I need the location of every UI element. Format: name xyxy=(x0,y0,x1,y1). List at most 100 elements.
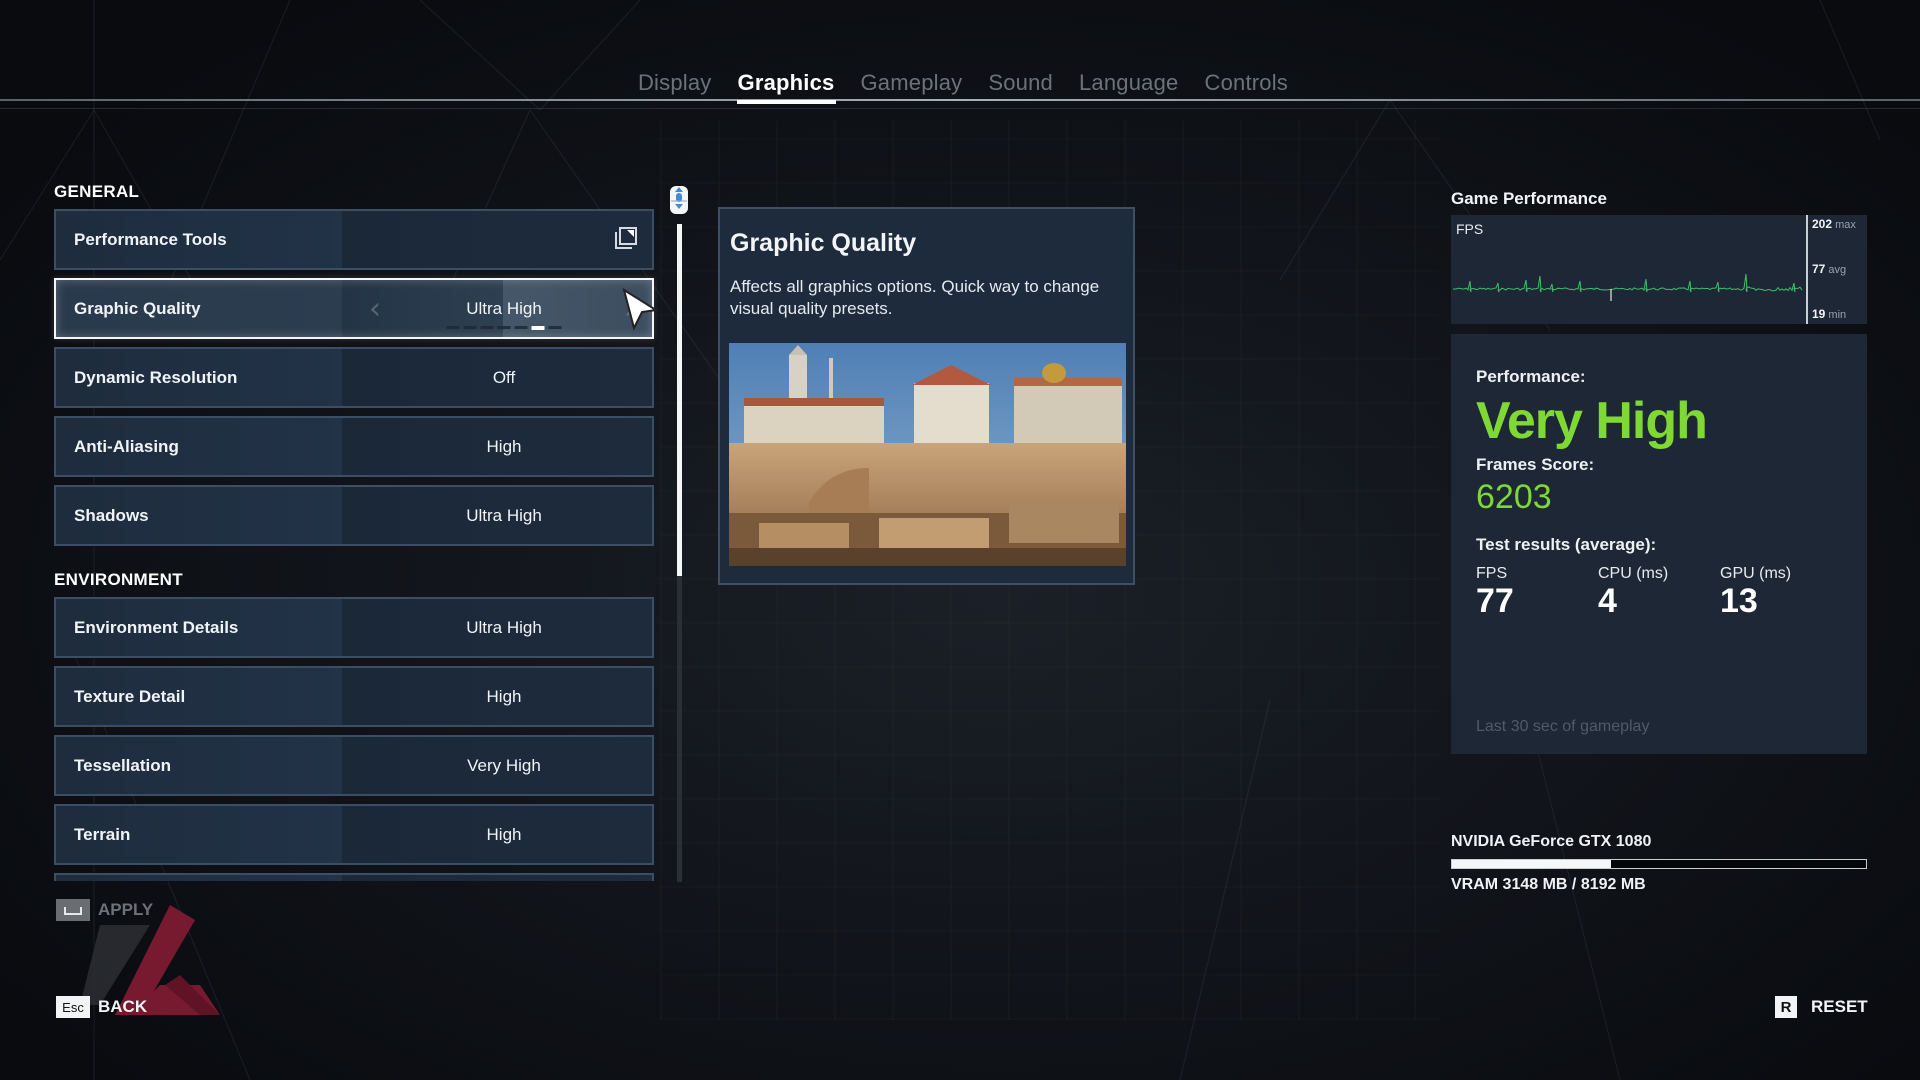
setting-row-performance-tools[interactable]: Performance Tools xyxy=(54,209,654,270)
fps-min-label: min xyxy=(1828,309,1847,321)
tab-graphics[interactable]: Graphics xyxy=(736,66,836,104)
external-window-icon xyxy=(614,226,638,253)
preset-dot-active xyxy=(531,326,545,330)
setting-label: Performance Tools xyxy=(74,229,227,249)
reset-button[interactable]: R RESET xyxy=(1775,996,1868,1018)
performance-results-panel: Performance: Very High Frames Score: 620… xyxy=(1451,334,1867,754)
fps-chart-axis xyxy=(1806,215,1808,324)
tabs-divider-secondary xyxy=(0,108,1920,109)
setting-value: High xyxy=(486,686,522,706)
environment-settings-list: Environment Details Ultra High Texture D… xyxy=(54,597,654,889)
general-settings-list: Performance Tools Graphic Quality ‹ Ultr… xyxy=(54,209,654,554)
setting-label: Dynamic Resolution xyxy=(74,367,238,387)
fps-max-value: 202 xyxy=(1812,217,1833,231)
description-panel: Graphic Quality Affects all graphics opt… xyxy=(718,207,1135,585)
fps-trace xyxy=(1453,273,1803,293)
setting-row-terrain[interactable]: Terrain High xyxy=(54,804,654,865)
stat-gpu: GPU (ms) 13 xyxy=(1720,565,1842,619)
setting-label: Anti-Aliasing xyxy=(74,436,179,456)
settings-tabs: Display Graphics Gameplay Sound Language… xyxy=(0,66,1920,104)
stat-fps: FPS 77 xyxy=(1476,565,1598,619)
setting-value: Ultra High xyxy=(466,505,542,525)
setting-label: Terrain xyxy=(74,824,131,844)
space-key-icon xyxy=(56,899,90,921)
stat-value: 77 xyxy=(1476,582,1514,620)
setting-row-partial[interactable] xyxy=(54,873,654,881)
preset-indicator xyxy=(446,326,562,330)
stat-value: 4 xyxy=(1598,582,1617,620)
back-label: BACK xyxy=(98,997,148,1016)
setting-label: Texture Detail xyxy=(74,686,186,706)
setting-value: High xyxy=(486,436,522,456)
frames-score-value: 6203 xyxy=(1476,478,1552,516)
fps-avg-value: 77 xyxy=(1812,262,1826,276)
r-key: R xyxy=(1775,996,1797,1018)
setting-row-anti-aliasing[interactable]: Anti-Aliasing High xyxy=(54,416,654,477)
fps-avg-readout: 77 avg xyxy=(1812,262,1846,276)
section-title-environment: ENVIRONMENT xyxy=(54,570,183,589)
tab-controls[interactable]: Controls xyxy=(1203,66,1289,102)
setting-value: Off xyxy=(492,367,516,387)
test-results-label: Test results (average): xyxy=(1476,535,1657,554)
frames-score-label: Frames Score: xyxy=(1476,455,1595,474)
performance-rating-value: Very High xyxy=(1476,392,1708,450)
fps-max-readout: 202 max xyxy=(1812,217,1856,231)
tab-sound[interactable]: Sound xyxy=(987,66,1054,102)
fps-min-value: 19 xyxy=(1812,307,1826,321)
scroll-mouse-icon[interactable] xyxy=(670,186,688,214)
back-button[interactable]: Esc BACK xyxy=(56,996,147,1018)
preset-dot xyxy=(497,326,511,329)
stat-value: 13 xyxy=(1720,582,1758,620)
setting-label: Tessellation xyxy=(74,755,171,775)
performance-footnote: Last 30 sec of gameplay xyxy=(1476,718,1650,735)
test-results-stats: FPS 77 CPU (ms) 4 GPU (ms) 13 xyxy=(1476,565,1842,619)
preset-dot xyxy=(480,326,494,329)
section-title-general: GENERAL xyxy=(54,182,140,201)
mouse-cursor-icon xyxy=(622,288,658,331)
game-performance-title: Game Performance xyxy=(1451,189,1607,208)
performance-rating-label: Performance: xyxy=(1476,367,1586,386)
stat-label: GPU (ms) xyxy=(1720,565,1792,582)
setting-row-graphic-quality[interactable]: Graphic Quality ‹ Ultra High › xyxy=(54,278,654,339)
setting-label: Graphic Quality xyxy=(74,298,201,318)
preset-dot xyxy=(463,326,477,329)
setting-value: Ultra High xyxy=(466,617,542,637)
setting-row-tessellation[interactable]: Tessellation Very High xyxy=(54,735,654,796)
setting-label: Shadows xyxy=(74,505,149,525)
setting-row-texture-detail[interactable]: Texture Detail High xyxy=(54,666,654,727)
city-preview-image xyxy=(729,343,1126,566)
description-title: Graphic Quality xyxy=(730,229,917,257)
fps-min-readout: 19 min xyxy=(1812,307,1846,321)
setting-label: Environment Details xyxy=(74,617,239,637)
setting-row-environment-details[interactable]: Environment Details Ultra High xyxy=(54,597,654,658)
vram-usage-bar xyxy=(1451,859,1867,869)
apply-button[interactable]: APPLY xyxy=(56,899,153,921)
reset-label: RESET xyxy=(1811,997,1868,1016)
stat-label: CPU (ms) xyxy=(1598,565,1669,582)
setting-row-dynamic-resolution[interactable]: Dynamic Resolution Off xyxy=(54,347,654,408)
setting-value: Ultra High xyxy=(466,298,542,318)
gpu-name: NVIDIA GeForce GTX 1080 xyxy=(1451,833,1652,850)
preset-dot xyxy=(514,326,528,329)
setting-value: Very High xyxy=(467,755,541,775)
fps-max-label: max xyxy=(1835,219,1856,231)
fps-avg-label: avg xyxy=(1828,264,1847,276)
tab-language[interactable]: Language xyxy=(1078,66,1179,102)
stat-label: FPS xyxy=(1476,565,1508,582)
setting-row-shadows[interactable]: Shadows Ultra High xyxy=(54,485,654,546)
scrollbar-thumb[interactable] xyxy=(677,224,682,576)
setting-value: High xyxy=(486,824,522,844)
preset-dot xyxy=(548,326,562,329)
tab-display[interactable]: Display xyxy=(637,66,713,102)
esc-key: Esc xyxy=(56,996,90,1018)
stat-cpu: CPU (ms) 4 xyxy=(1598,565,1720,619)
fps-chart xyxy=(1453,273,1803,301)
preset-dot xyxy=(446,326,460,329)
description-text: Affects all graphics options. Quick way … xyxy=(730,277,1100,318)
tab-gameplay[interactable]: Gameplay xyxy=(860,66,964,102)
apply-label: APPLY xyxy=(98,900,154,919)
vram-usage-text: VRAM 3148 MB / 8192 MB xyxy=(1451,876,1646,893)
fps-chart-label: FPS xyxy=(1456,221,1484,237)
vram-usage-fill xyxy=(1452,860,1612,868)
fps-chart-panel: FPS 202 max 77 avg 19 min xyxy=(1451,215,1867,324)
